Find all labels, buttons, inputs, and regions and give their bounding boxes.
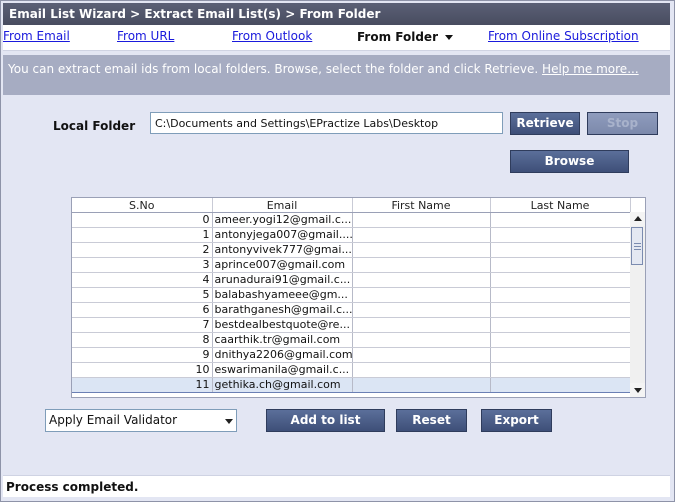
nav-bar: From Email From URL From Outlook From Fo…: [3, 25, 670, 51]
table-row[interactable]: 6 barathganesh@gmail.c...: [72, 302, 631, 318]
cell-sno: 9: [72, 347, 213, 363]
cell-sno: 3: [72, 257, 213, 273]
header-email[interactable]: Email: [212, 198, 353, 213]
cell-email: ameer.yogi12@gmail.c...: [212, 212, 353, 228]
cell-last-name[interactable]: [490, 362, 631, 378]
cell-email: arunadurai91@gmail.c...: [212, 272, 353, 288]
status-text: Process completed.: [6, 480, 139, 494]
email-table: S.No Email First Name Last Name 0 ameer.y…: [72, 198, 631, 393]
retrieve-button[interactable]: Retrieve: [510, 112, 580, 135]
cell-sno: 10: [72, 362, 213, 378]
cell-sno: 6: [72, 302, 213, 318]
cell-last-name[interactable]: [490, 227, 631, 243]
reset-button[interactable]: Reset: [396, 409, 467, 432]
stop-button[interactable]: Stop: [587, 112, 658, 135]
scroll-up-arrow-icon[interactable]: [630, 212, 645, 226]
cell-sno: 11: [72, 377, 213, 393]
nav-from-outlook[interactable]: From Outlook: [232, 29, 312, 43]
table-row[interactable]: 7 bestdealbestquote@re...: [72, 317, 631, 333]
cell-email: aprince007@gmail.com: [212, 257, 353, 273]
cell-email: antonyvivek777@gmai...: [212, 242, 353, 258]
table-row[interactable]: 2 antonyvivek777@gmai...: [72, 242, 631, 258]
email-validator-select[interactable]: Apply Email Validator: [45, 409, 237, 432]
cell-first-name[interactable]: [352, 362, 491, 378]
cell-sno: 0: [72, 212, 213, 228]
cell-first-name[interactable]: [352, 272, 491, 288]
browse-button[interactable]: Browse: [510, 150, 629, 173]
cell-email: bestdealbestquote@re...: [212, 317, 353, 333]
cell-first-name[interactable]: [352, 227, 491, 243]
table-row[interactable]: 4 arunadurai91@gmail.c...: [72, 272, 631, 288]
window-title: Email List Wizard > Extract Email List(s…: [3, 3, 670, 25]
cell-last-name[interactable]: [490, 287, 631, 303]
table-row[interactable]: 1 antonyjega007@gmail....: [72, 227, 631, 243]
cell-first-name[interactable]: [352, 242, 491, 258]
chevron-down-icon: [445, 35, 453, 40]
cell-last-name[interactable]: [490, 377, 631, 393]
cell-sno: 8: [72, 332, 213, 348]
info-text: You can extract email ids from local fol…: [8, 62, 539, 76]
table-row[interactable]: 10 eswarimanila@gmail.c...: [72, 362, 631, 378]
table-row[interactable]: 8 caarthik.tr@gmail.com: [72, 332, 631, 348]
scrollbar-thumb[interactable]: [631, 227, 643, 265]
cell-sno: 1: [72, 227, 213, 243]
email-validator-value: Apply Email Validator: [49, 413, 178, 427]
nav-from-folder-label: From Folder: [357, 30, 438, 44]
cell-last-name[interactable]: [490, 212, 631, 228]
help-link[interactable]: Help me more...: [542, 62, 639, 76]
email-grid[interactable]: S.No Email First Name Last Name 0 ameer.y…: [71, 197, 646, 398]
cell-last-name[interactable]: [490, 332, 631, 348]
cell-sno: 5: [72, 287, 213, 303]
header-last-name[interactable]: Last Name: [490, 198, 631, 213]
cell-first-name[interactable]: [352, 212, 491, 228]
cell-email: gethika.ch@gmail.com: [212, 377, 353, 393]
cell-last-name[interactable]: [490, 242, 631, 258]
table-row[interactable]: 3 aprince007@gmail.com: [72, 257, 631, 273]
cell-first-name[interactable]: [352, 347, 491, 363]
status-bar: Process completed.: [3, 475, 670, 497]
nav-from-online-subscription[interactable]: From Online Subscription: [488, 29, 639, 43]
cell-last-name[interactable]: [490, 257, 631, 273]
nav-from-folder[interactable]: From Folder: [357, 30, 453, 44]
header-sno[interactable]: S.No: [72, 198, 213, 213]
cell-last-name[interactable]: [490, 347, 631, 363]
nav-from-email[interactable]: From Email: [3, 29, 70, 43]
cell-email: antonyjega007@gmail....: [212, 227, 353, 243]
cell-sno: 7: [72, 317, 213, 333]
header-first-name[interactable]: First Name: [352, 198, 491, 213]
cell-email: balabashyameee@gm...: [212, 287, 353, 303]
cell-first-name[interactable]: [352, 287, 491, 303]
cell-first-name[interactable]: [352, 317, 491, 333]
table-header-row: S.No Email First Name Last Name: [72, 198, 631, 213]
cell-last-name[interactable]: [490, 272, 631, 288]
cell-first-name[interactable]: [352, 302, 491, 318]
table-row[interactable]: 0 ameer.yogi12@gmail.c...: [72, 212, 631, 228]
chevron-down-icon: [225, 413, 234, 428]
cell-first-name[interactable]: [352, 332, 491, 348]
cell-sno: 2: [72, 242, 213, 258]
cell-email: dnithya2206@gmail.com: [212, 347, 353, 363]
cell-first-name[interactable]: [352, 377, 491, 393]
info-bar: You can extract email ids from local fol…: [3, 55, 670, 95]
cell-last-name[interactable]: [490, 317, 631, 333]
local-folder-label: Local Folder: [53, 119, 136, 133]
cell-first-name[interactable]: [352, 257, 491, 273]
export-button[interactable]: Export: [481, 409, 552, 432]
table-row[interactable]: 9 dnithya2206@gmail.com: [72, 347, 631, 363]
cell-email: barathganesh@gmail.c...: [212, 302, 353, 318]
cell-last-name[interactable]: [490, 302, 631, 318]
folder-path-input[interactable]: [150, 112, 503, 134]
nav-from-url[interactable]: From URL: [117, 29, 174, 43]
grid-vertical-scrollbar[interactable]: [630, 212, 645, 397]
table-row[interactable]: 5 balabashyameee@gm...: [72, 287, 631, 303]
cell-sno: 4: [72, 272, 213, 288]
add-to-list-button[interactable]: Add to list: [266, 409, 385, 432]
scroll-down-arrow-icon[interactable]: [630, 383, 645, 397]
table-row-selected[interactable]: 11 gethika.ch@gmail.com: [72, 377, 631, 393]
cell-email: caarthik.tr@gmail.com: [212, 332, 353, 348]
cell-email: eswarimanila@gmail.c...: [212, 362, 353, 378]
